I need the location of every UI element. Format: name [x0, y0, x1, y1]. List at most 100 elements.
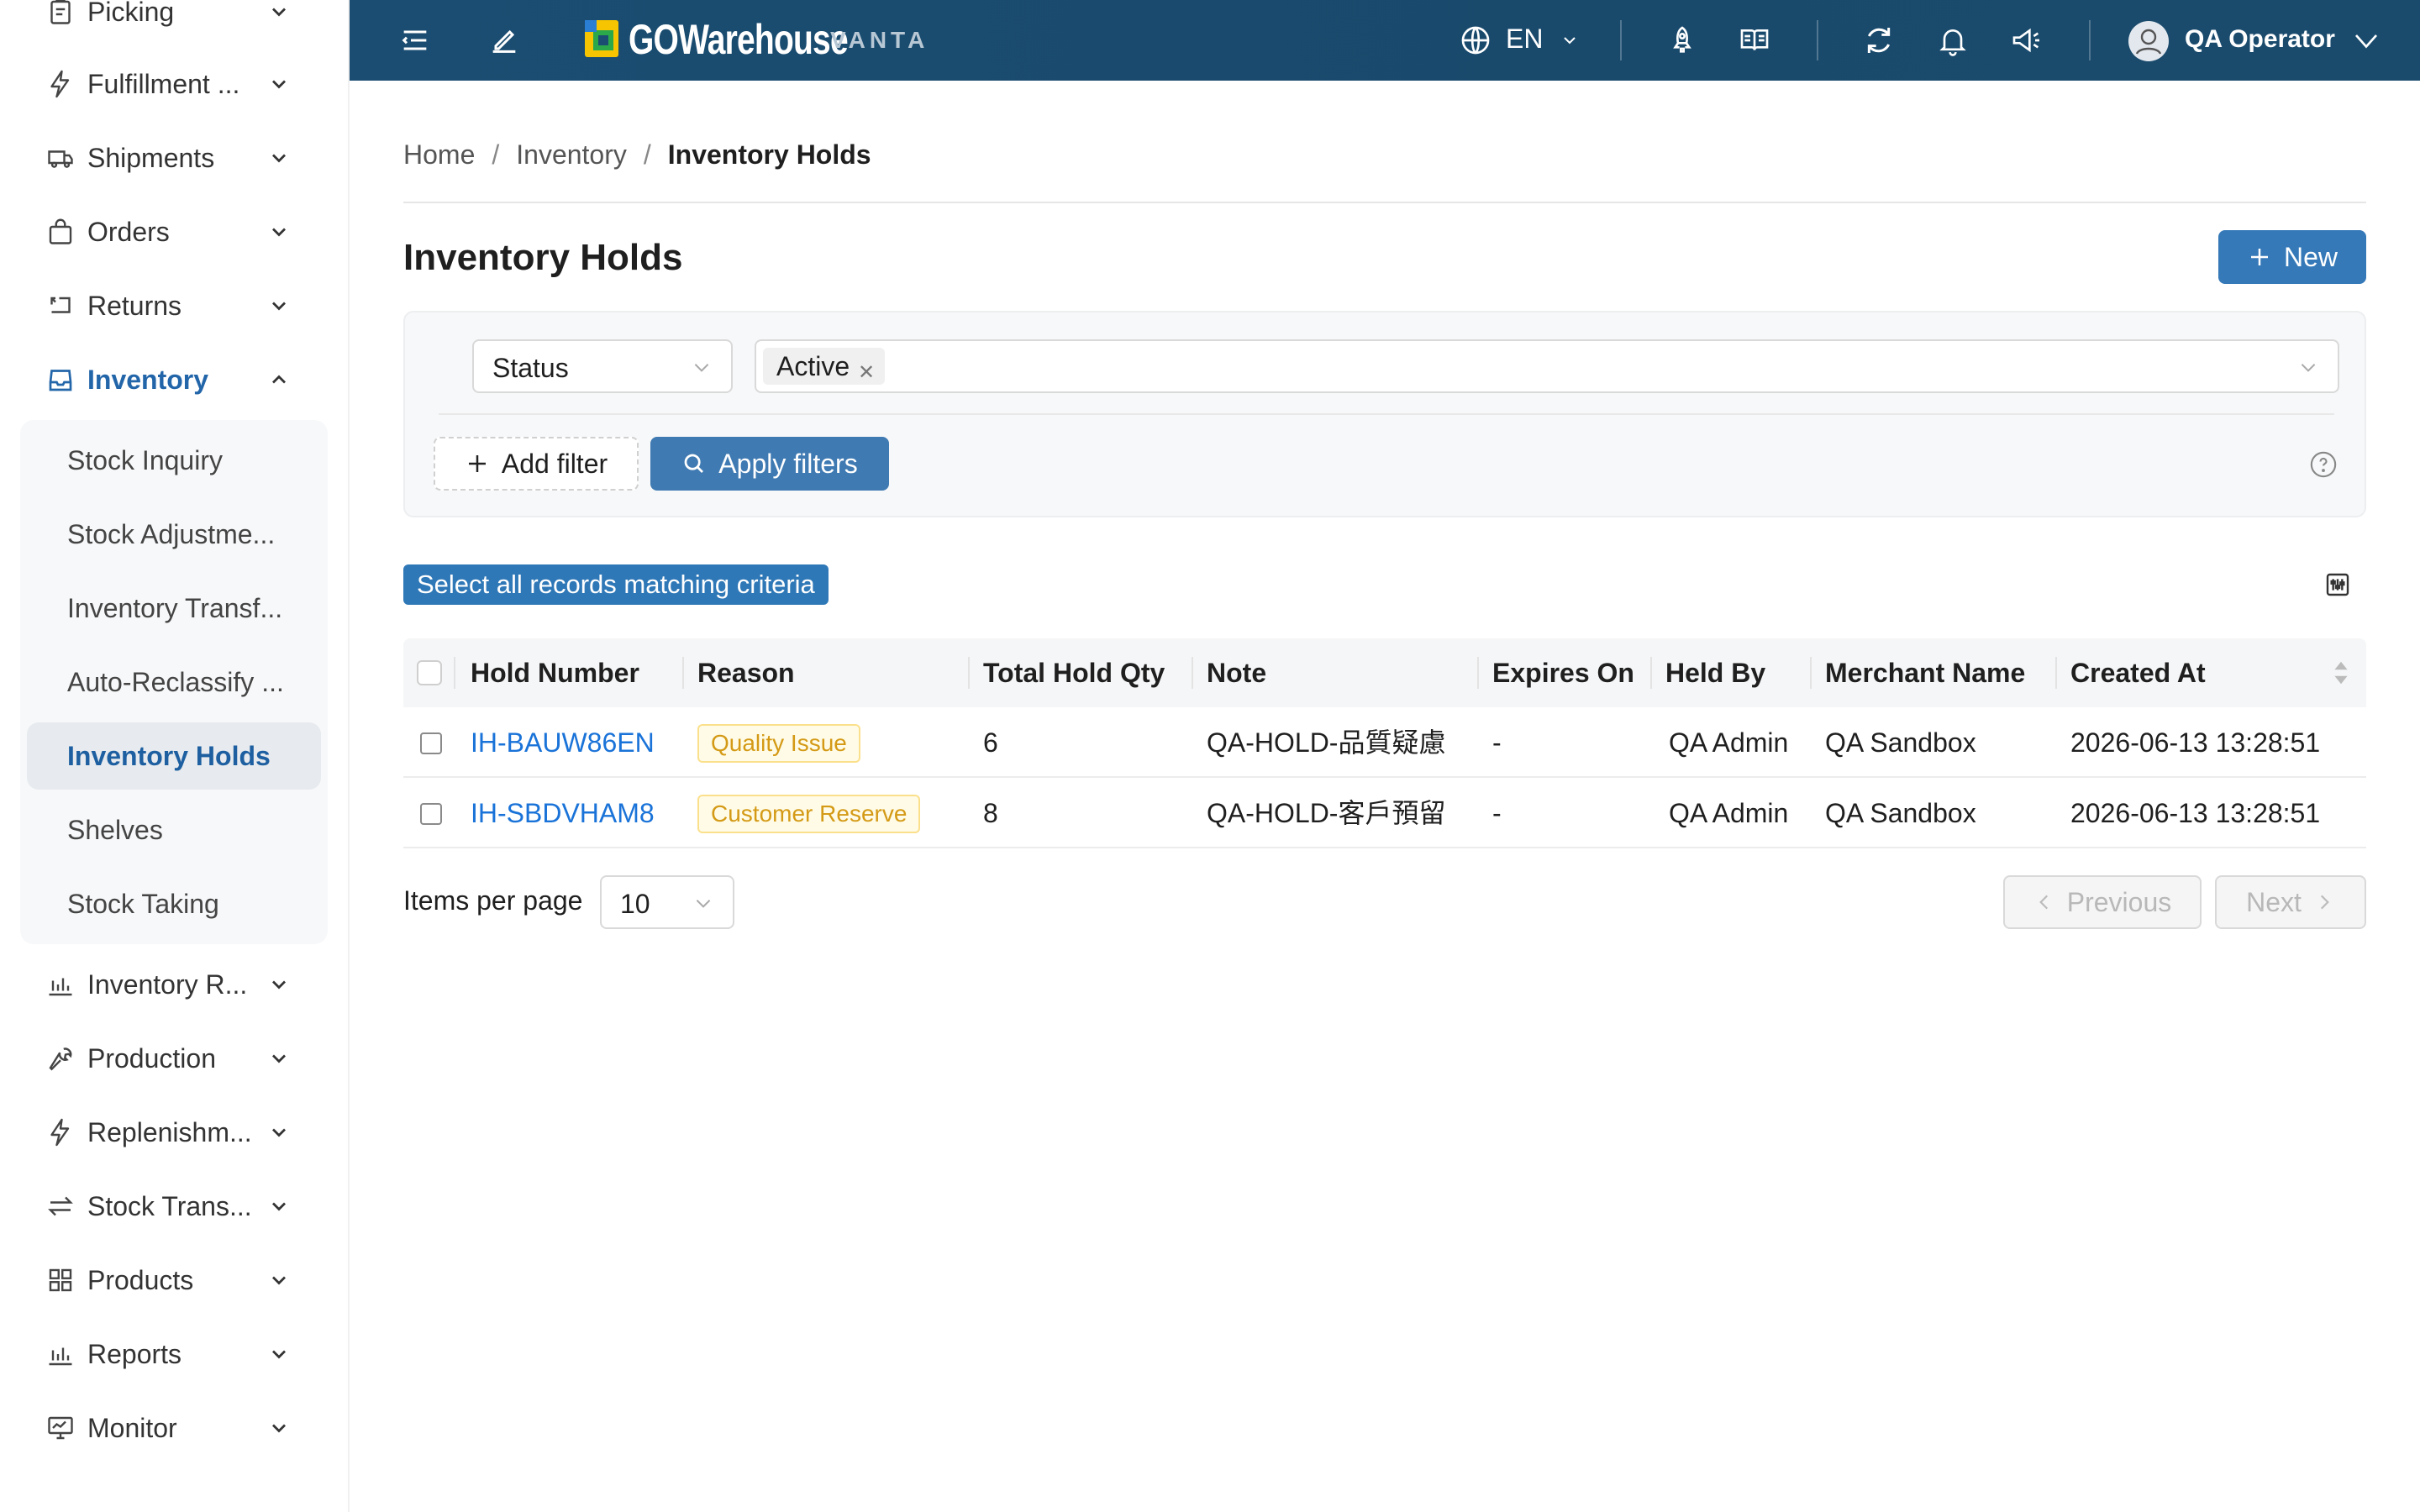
user-menu[interactable]: QA Operator — [2185, 25, 2335, 54]
note: QA-HOLD-客戶預留 — [1207, 798, 1446, 828]
breadcrumb-inventory[interactable]: Inventory — [516, 139, 627, 170]
reason-badge: Quality Issue — [697, 724, 860, 763]
refresh-icon[interactable] — [1862, 24, 1896, 57]
sidebar-subitem-stock-taking[interactable]: Stock Taking — [27, 870, 321, 937]
language-selector[interactable]: EN — [1506, 24, 1543, 55]
column-header-merchant-name[interactable]: Merchant Name — [1825, 638, 2025, 707]
column-header-held-by[interactable]: Held By — [1665, 638, 1765, 707]
apply-filters-label: Apply filters — [718, 448, 858, 479]
divider — [439, 413, 2334, 415]
sidebar-item-reports[interactable]: Reports — [0, 1317, 348, 1391]
brand-logo-icon — [585, 20, 618, 57]
user-avatar-icon[interactable] — [2128, 20, 2170, 62]
previous-page-button[interactable]: Previous — [2003, 875, 2202, 929]
apply-filters-button[interactable]: Apply filters — [650, 437, 889, 491]
edit-icon[interactable] — [487, 24, 521, 57]
sidebar-item-production[interactable]: Production — [0, 1021, 348, 1095]
new-button-label: New — [2283, 241, 2338, 272]
sidebar-item-replenishment[interactable]: Replenishm... — [0, 1095, 348, 1169]
rocket-icon[interactable] — [1665, 24, 1699, 57]
sidebar-item-stock-transfer[interactable]: Stock Trans... — [0, 1169, 348, 1243]
sidebar-item-shipments[interactable]: Shipments — [0, 121, 348, 195]
hold-number-link[interactable]: IH-BAUW86EN — [471, 707, 655, 778]
chevron-down-icon — [696, 900, 711, 908]
column-header-total-hold-qty[interactable]: Total Hold Qty — [983, 638, 1165, 707]
help-icon[interactable] — [2309, 450, 2338, 479]
column-header-created-at[interactable]: Created At — [2070, 638, 2206, 707]
chevron-down-icon — [272, 1054, 286, 1063]
chevron-down-icon[interactable] — [2351, 25, 2381, 55]
sidebar-item-label: Inventory R... — [87, 969, 248, 1000]
sidebar-subitem-inventory-holds[interactable]: Inventory Holds — [27, 722, 321, 790]
chevron-down-icon — [272, 1128, 286, 1137]
hold-number-link[interactable]: IH-SBDVHAM8 — [471, 778, 655, 848]
column-divider — [682, 657, 684, 689]
sort-icon[interactable] — [2329, 657, 2353, 689]
inbox-icon — [49, 370, 72, 391]
sidebar-item-label: Reports — [87, 1338, 182, 1369]
menu-collapse-icon[interactable] — [398, 24, 432, 57]
sidebar-item-inventory-reports[interactable]: Inventory R... — [0, 948, 348, 1021]
add-filter-label: Add filter — [501, 448, 608, 479]
header-divider — [1620, 20, 1622, 60]
sidebar-item-inventory[interactable]: Inventory — [0, 343, 348, 417]
column-header-note[interactable]: Note — [1207, 638, 1266, 707]
chevron-left-icon — [2039, 895, 2048, 910]
monitor-icon — [48, 1416, 73, 1440]
chevron-down-icon — [2301, 364, 2316, 372]
sidebar-item-label: Picking — [87, 0, 175, 27]
row-checkbox[interactable] — [420, 803, 442, 825]
new-button[interactable]: New — [2218, 230, 2366, 284]
row-checkbox[interactable] — [420, 732, 442, 754]
breadcrumb-home[interactable]: Home — [403, 139, 475, 170]
sidebar-subitem-auto-reclassify[interactable]: Auto-Reclassify ... — [27, 648, 321, 716]
column-header-hold-number[interactable]: Hold Number — [471, 638, 639, 707]
globe-icon[interactable] — [1459, 24, 1492, 57]
column-header-reason[interactable]: Reason — [697, 638, 795, 707]
sidebar-item-label: Monitor — [87, 1412, 177, 1443]
sidebar-subitem-stock-inquiry[interactable]: Stock Inquiry — [27, 427, 321, 494]
bell-icon[interactable] — [1936, 24, 1970, 57]
expires-on: - — [1492, 798, 1502, 828]
next-page-button[interactable]: Next — [2215, 875, 2366, 929]
sidebar-item-label: Replenishm... — [87, 1116, 252, 1147]
merchant-name: QA Sandbox — [1825, 727, 1976, 758]
remove-tag-icon[interactable]: ✕ — [858, 354, 875, 391]
select-all-matching-button[interactable]: Select all records matching criteria — [403, 564, 829, 605]
wrench-icon — [49, 1047, 72, 1071]
picking-icon — [50, 0, 71, 24]
chevron-down-icon[interactable] — [1560, 30, 1580, 50]
sidebar-item-picking[interactable]: Picking — [0, 0, 348, 49]
chevron-down-icon — [272, 980, 286, 990]
sidebar-item-orders[interactable]: Orders — [0, 195, 348, 269]
items-per-page-value: 10 — [620, 889, 650, 919]
total-hold-qty: 6 — [983, 727, 998, 758]
chevron-right-icon — [2320, 895, 2329, 910]
chevron-down-icon — [694, 364, 709, 372]
sidebar-item-fulfillment[interactable]: Fulfillment ... — [0, 47, 348, 121]
book-icon[interactable] — [1738, 24, 1771, 57]
sidebar-subitem-stock-adjustment[interactable]: Stock Adjustme... — [27, 501, 321, 568]
megaphone-icon[interactable] — [2010, 24, 2044, 57]
reason-badge: Customer Reserve — [697, 795, 921, 833]
sidebar-item-returns[interactable]: Returns — [0, 269, 348, 343]
add-filter-button[interactable]: Add filter — [434, 437, 639, 491]
column-header-expires-on[interactable]: Expires On — [1492, 638, 1634, 707]
sidebar-subitem-shelves[interactable]: Shelves — [27, 796, 321, 864]
filter-value-select[interactable]: Active ✕ — [755, 339, 2339, 393]
breadcrumb-current: Inventory Holds — [667, 139, 871, 170]
bar-chart-icon — [49, 978, 72, 996]
sidebar-item-products[interactable]: Products — [0, 1243, 348, 1317]
filter-field-select[interactable]: Status — [472, 339, 733, 393]
chevron-down-icon — [272, 302, 286, 311]
sidebar-item-monitor[interactable]: Monitor — [0, 1391, 348, 1465]
table-header: Hold Number Reason Total Hold Qty Note E… — [403, 638, 2366, 707]
filter-field-value: Status — [492, 353, 569, 383]
column-settings-icon[interactable] — [2324, 571, 2351, 598]
bar-chart-icon — [49, 1347, 72, 1366]
sidebar-subitem-inventory-transfer[interactable]: Inventory Transf... — [27, 575, 321, 642]
chevron-down-icon — [272, 1276, 286, 1285]
select-all-checkbox[interactable] — [417, 660, 442, 685]
sidebar-item-label: Products — [87, 1264, 194, 1295]
items-per-page-select[interactable]: 10 — [600, 875, 734, 929]
